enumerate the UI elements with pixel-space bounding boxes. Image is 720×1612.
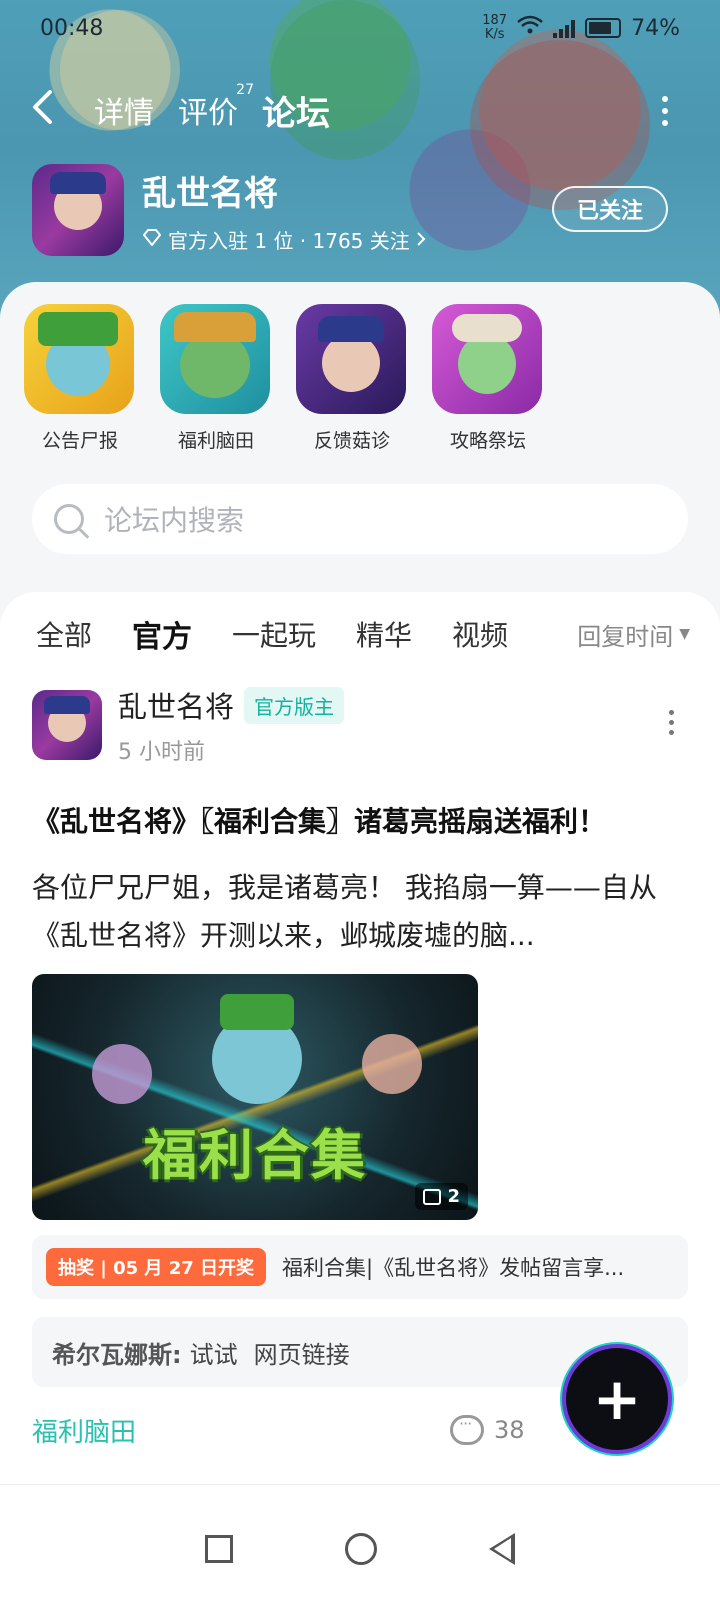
battery-icon (585, 18, 622, 38)
game-logo[interactable] (32, 164, 124, 256)
welfare-board-icon (160, 304, 270, 414)
comment-icon (450, 1414, 484, 1445)
tab-forum[interactable]: 论坛 (262, 86, 330, 139)
search-placeholder: 论坛内搜索 (104, 504, 245, 537)
more-options-icon[interactable] (662, 96, 668, 126)
follow-button[interactable]: 已关注 (552, 186, 668, 232)
plus-icon: + (592, 1365, 642, 1433)
comment-user: 希尔瓦娜斯: (52, 1340, 182, 1369)
board-welfare[interactable]: 福利脑田 (160, 304, 272, 453)
logo-art (50, 172, 106, 194)
board-art (38, 312, 118, 346)
status-time: 00:48 (40, 15, 104, 41)
board-label: 反馈菇诊 (313, 430, 390, 452)
image-count: 2 (447, 1186, 460, 1207)
tab-reviews[interactable]: 评价 27 (178, 82, 254, 132)
system-nav-bar (0, 1484, 720, 1612)
create-post-button[interactable]: + (566, 1348, 668, 1450)
filter-tab-play-together[interactable]: 一起玩 (232, 614, 316, 654)
search-input[interactable]: 论坛内搜索 (32, 484, 688, 554)
avatar[interactable] (32, 690, 102, 760)
battery-percent: 74% (631, 15, 680, 41)
board-feedback[interactable]: 反馈菇诊 (296, 304, 408, 453)
board-announcement[interactable]: 公告尸报 (24, 304, 136, 453)
post-header: 乱世名将 官方版主 5 小时前 (32, 684, 345, 766)
chevron-right-icon (416, 228, 426, 252)
recent-apps-icon[interactable] (205, 1534, 233, 1563)
board-label: 攻略祭坛 (449, 430, 526, 452)
board-label: 福利脑田 (177, 430, 254, 452)
post-feed: 全部 官方 一起玩 精华 视频 回复时间 ▼ 乱世名将 官方版主 5 小时前 《… (0, 592, 720, 1612)
game-title: 乱世名将 (142, 174, 278, 214)
caret-down-icon: ▼ (679, 626, 690, 642)
top-nav: 详情 评价 27 论坛 (0, 78, 720, 142)
home-icon[interactable] (345, 1532, 377, 1565)
board-art (318, 316, 384, 342)
tab-forum-label: 论坛 (262, 93, 330, 134)
board-guide[interactable]: 攻略祭坛 (432, 304, 544, 453)
network-speed: 187 K/s (482, 13, 508, 42)
post-title[interactable]: 《乱世名将》〖福利合集〗诸葛亮摇扇送福利！ (32, 800, 688, 840)
game-info: 乱世名将 官方入驻 1 位 · 1765 关注 已关注 (32, 164, 688, 256)
board-art (322, 334, 380, 392)
author-line: 乱世名将 官方版主 (118, 684, 345, 726)
author-name[interactable]: 乱世名将 (118, 684, 234, 726)
board-art (452, 314, 522, 342)
lottery-text: 福利合集|《乱世名将》发帖留言享... (282, 1256, 625, 1280)
author-block: 乱世名将 官方版主 5 小时前 (118, 684, 345, 766)
comment-count[interactable]: 38 (450, 1414, 525, 1445)
image-art (362, 1034, 422, 1094)
wifi-icon (517, 15, 543, 41)
post-board-link[interactable]: 福利脑田 (32, 1412, 136, 1449)
image-title: 福利合集 (143, 1124, 367, 1187)
status-bar: 00:48 187 K/s 74% (0, 0, 720, 56)
game-meta[interactable]: 官方入驻 1 位 · 1765 关注 (142, 225, 426, 254)
game-meta-text: 官方入驻 1 位 · 1765 关注 (168, 229, 410, 253)
image-icon (423, 1188, 442, 1205)
tab-details[interactable]: 详情 (94, 88, 154, 132)
tab-details-label: 详情 (94, 96, 154, 131)
post-more-icon[interactable] (669, 710, 674, 735)
game-title-block: 乱世名将 官方入驻 1 位 · 1765 关注 (142, 166, 426, 254)
image-count-badge: 2 (415, 1183, 468, 1210)
lottery-card[interactable]: 抽奖 | 05 月 27 日开奖 福利合集|《乱世名将》发帖留言享... (32, 1235, 688, 1299)
comment-text: 试试 (189, 1340, 238, 1369)
filter-tab-featured[interactable]: 精华 (356, 614, 412, 654)
back-arrow-icon[interactable] (30, 89, 70, 132)
feedback-board-icon (296, 304, 406, 414)
board-art (458, 334, 516, 394)
comment-count-value: 38 (494, 1416, 525, 1444)
back-icon[interactable] (489, 1532, 515, 1565)
post-image[interactable]: 福利合集 2 (32, 974, 478, 1220)
sort-dropdown[interactable]: 回复时间 ▼ (551, 592, 690, 676)
reviews-count-badge: 27 (236, 82, 254, 98)
signal-icon (553, 18, 576, 38)
post-body[interactable]: 各位尸兄尸姐，我是诸葛亮！ 我掐扇一算——自从《乱世名将》开测以来，邺城废墟的脑… (32, 864, 682, 960)
image-art (220, 994, 294, 1030)
search-icon (54, 504, 84, 534)
image-art (92, 1044, 152, 1104)
post-time: 5 小时前 (118, 740, 205, 765)
lottery-tag: 抽奖 | 05 月 27 日开奖 (46, 1248, 267, 1286)
board-art (174, 312, 256, 342)
tab-reviews-label: 评价 (178, 96, 238, 131)
guide-board-icon (432, 304, 542, 414)
filter-tab-all[interactable]: 全部 (36, 614, 92, 654)
sort-label: 回复时间 (577, 622, 674, 651)
filter-tab-video[interactable]: 视频 (452, 614, 508, 654)
comment-link[interactable]: 网页链接 (254, 1335, 350, 1370)
header-banner: 00:48 187 K/s 74% 详情 评价 27 论坛 乱世名将 官方入驻 … (0, 0, 720, 330)
diamond-icon (142, 228, 162, 252)
filter-tab-official[interactable]: 官方 (132, 612, 192, 658)
board-label: 公告尸报 (41, 430, 118, 452)
moderator-badge: 官方版主 (244, 686, 345, 724)
status-icons: 187 K/s 74% (482, 14, 680, 42)
announcement-board-icon (24, 304, 134, 414)
avatar-art (44, 696, 90, 714)
board-list: 公告尸报 福利脑田 反馈菇诊 攻略祭坛 (24, 304, 544, 453)
